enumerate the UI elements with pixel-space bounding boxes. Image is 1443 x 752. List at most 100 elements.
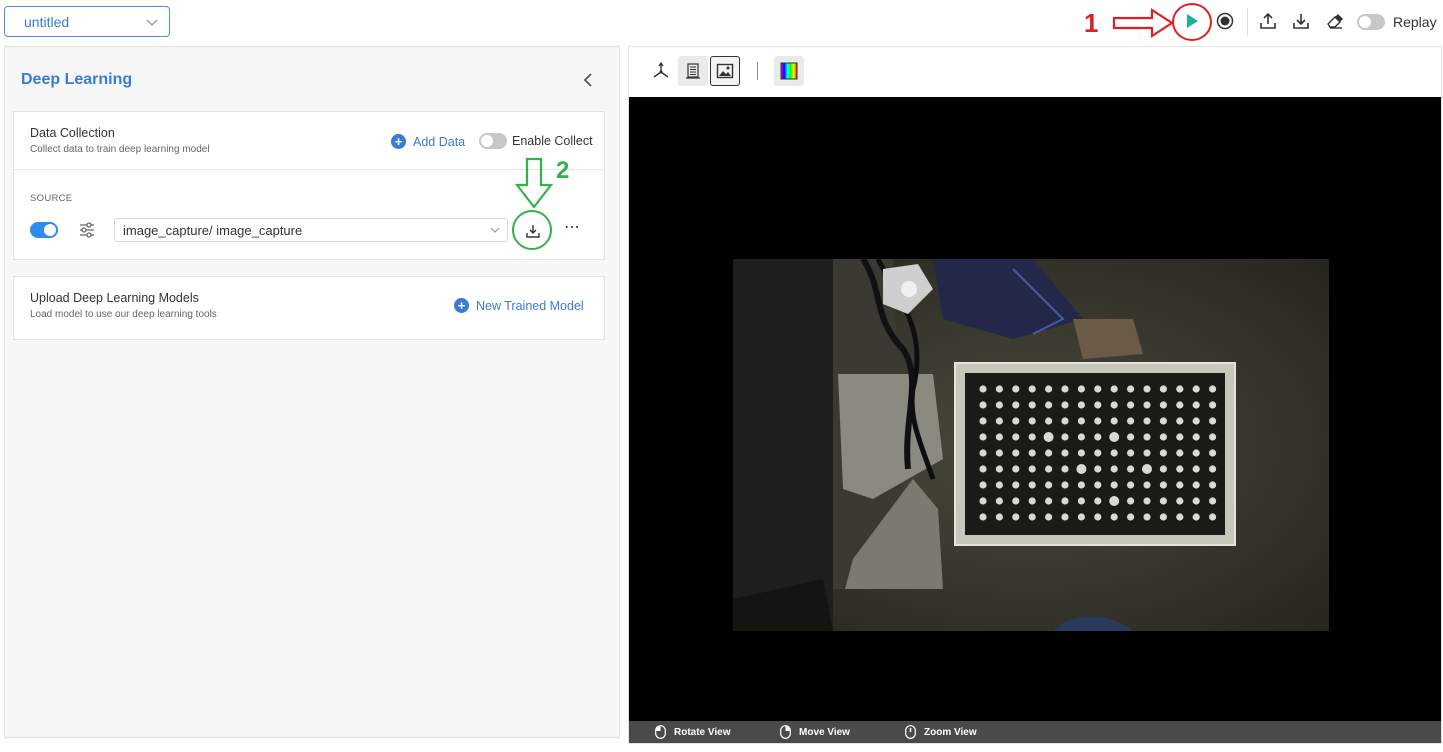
calibration-dot — [1159, 417, 1167, 425]
point-cloud-button[interactable] — [678, 56, 708, 86]
project-select[interactable]: untitled — [4, 6, 170, 37]
move-view-hint: Move View — [780, 725, 850, 739]
calibration-dot — [1094, 497, 1102, 505]
sliders-icon[interactable] — [78, 221, 96, 239]
calibration-dot — [1061, 497, 1069, 505]
annotation-step-1: 1 — [1084, 8, 1099, 38]
calibration-dot — [1127, 497, 1135, 505]
calibration-dot — [1028, 385, 1036, 393]
zoom-view-hint: Zoom View — [905, 725, 977, 739]
view-tools-divider — [757, 62, 758, 80]
viewer-panel: Rotate View Move View Zoom View — [628, 46, 1442, 744]
enable-collect-label: Enable Collect — [512, 134, 593, 148]
annotation-arrow-right-icon — [1112, 8, 1174, 38]
source-toggle[interactable] — [30, 222, 58, 238]
calibration-dot — [1012, 513, 1020, 521]
calibration-dot — [1159, 497, 1167, 505]
calibration-dot — [1109, 496, 1120, 506]
more-options-icon[interactable]: ⋯ — [564, 218, 580, 242]
calibration-dot — [1176, 513, 1184, 521]
calibration-dot — [1209, 513, 1217, 521]
calibration-dot — [1176, 417, 1184, 425]
calibration-dot — [1176, 449, 1184, 457]
calibration-dot — [1094, 465, 1102, 473]
calibration-dot — [979, 449, 987, 457]
calibration-dot — [979, 433, 987, 441]
upload-models-card: Upload Deep Learning Models Load model t… — [13, 276, 605, 340]
calibration-dot — [1028, 433, 1036, 441]
move-view-label: Move View — [799, 726, 850, 738]
calibration-dot — [1094, 417, 1102, 425]
calibration-dot — [995, 433, 1003, 441]
image-view-button[interactable] — [710, 56, 740, 86]
upload-button[interactable] — [1257, 10, 1279, 32]
eraser-button[interactable] — [1324, 10, 1346, 32]
image-viewport[interactable] — [629, 97, 1441, 721]
calibration-dot — [1045, 497, 1053, 505]
calibration-dot — [979, 401, 987, 409]
calibration-dot — [995, 449, 1003, 457]
calibration-dot — [1077, 497, 1085, 505]
axes-3d-button[interactable] — [646, 56, 676, 86]
calibration-dot — [1012, 385, 1020, 393]
calibration-dot — [1094, 513, 1102, 521]
enable-collect-toggle[interactable] — [479, 133, 507, 149]
calibration-dot — [979, 465, 987, 473]
play-button[interactable] — [1181, 10, 1203, 32]
calibration-dot — [1061, 417, 1069, 425]
colormap-button[interactable] — [774, 56, 804, 86]
calibration-dot — [1045, 449, 1053, 457]
calibration-dot — [1143, 513, 1151, 521]
record-icon — [1216, 12, 1234, 30]
zoom-view-label: Zoom View — [924, 726, 977, 738]
calibration-dot — [1192, 385, 1200, 393]
calibration-dot — [1110, 401, 1118, 409]
calibration-dot — [1143, 417, 1151, 425]
calibration-dot — [1012, 465, 1020, 473]
source-download-button[interactable] — [520, 218, 545, 243]
viewer-status-bar: Rotate View Move View Zoom View — [629, 721, 1441, 743]
calibration-dot — [1192, 513, 1200, 521]
point-cloud-icon — [686, 63, 700, 79]
data-collection-subtitle: Collect data to train deep learning mode… — [30, 144, 210, 155]
calibration-dot — [1127, 465, 1135, 473]
calibration-dot — [1127, 513, 1135, 521]
calibration-dot — [1192, 417, 1200, 425]
calibration-dot — [1012, 417, 1020, 425]
calibration-dot — [1143, 449, 1151, 457]
source-select[interactable]: image_capture/ image_capture — [114, 218, 508, 242]
calibration-dot — [1094, 385, 1102, 393]
record-button[interactable] — [1214, 10, 1236, 32]
calibration-dot — [1028, 465, 1036, 473]
calibration-dot — [1159, 481, 1167, 489]
calibration-dot — [1045, 401, 1053, 409]
calibration-dot — [1094, 433, 1102, 441]
new-trained-model-button[interactable]: + New Trained Model — [454, 298, 584, 313]
calibration-dot — [1045, 465, 1053, 473]
calibration-dot — [1061, 385, 1069, 393]
calibration-dot — [1127, 481, 1135, 489]
download-button[interactable] — [1290, 10, 1312, 32]
calibration-dot — [1142, 464, 1152, 474]
calibration-dot — [979, 497, 987, 505]
calibration-dot — [1127, 401, 1135, 409]
replay-toggle[interactable] — [1357, 14, 1385, 30]
calibration-dot — [1012, 449, 1020, 457]
calibration-dot — [1209, 497, 1217, 505]
data-collection-card: Data Collection Collect data to train de… — [13, 111, 605, 260]
download-icon — [1293, 14, 1309, 29]
top-bar: untitled 1 Replay — [0, 0, 1443, 44]
view-tools-bar — [629, 47, 1441, 97]
chevron-down-icon — [490, 227, 500, 233]
calibration-dot — [1061, 465, 1069, 473]
calibration-dot — [1143, 481, 1151, 489]
chevron-left-icon[interactable] — [579, 71, 597, 89]
calibration-dot — [995, 385, 1003, 393]
calibration-dot — [1209, 481, 1217, 489]
calibration-dot — [1077, 449, 1085, 457]
calibration-dot — [1110, 481, 1118, 489]
replay-label: Replay — [1393, 14, 1437, 30]
calibration-dot — [1127, 433, 1135, 441]
add-data-button[interactable]: + Add Data — [391, 134, 465, 149]
calibration-dot — [1077, 481, 1085, 489]
